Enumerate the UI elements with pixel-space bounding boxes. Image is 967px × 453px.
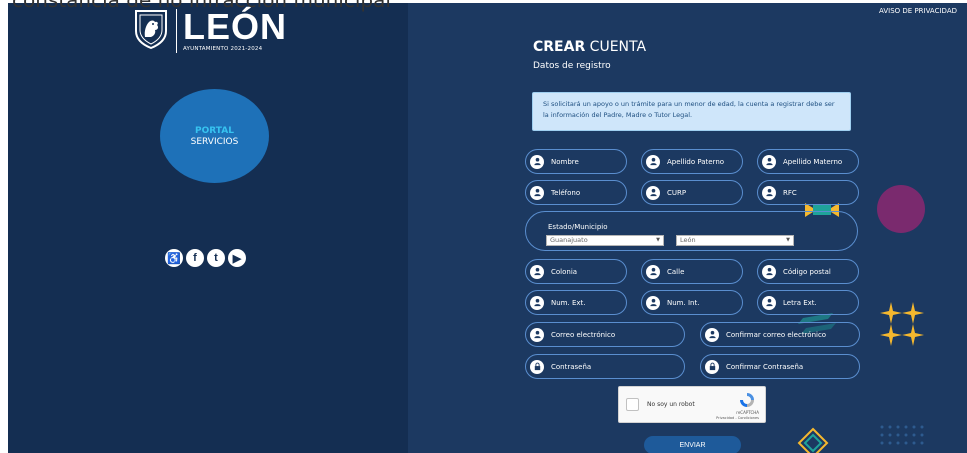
contrasena-label: Contraseña [551,362,592,371]
logo-name: LEÓN [183,6,288,47]
recaptcha-links[interactable]: Privacidad - Condiciones [716,416,759,420]
portal-title: PORTAL [195,125,234,136]
lock-icon [705,359,719,374]
minor-account-notice: Si solicitará un apoyo o un trámite para… [532,92,851,131]
colonia-label: Colonia [551,267,578,276]
diamond-decoration [797,427,829,453]
user-icon [530,327,544,342]
chevron-down-icon: ▼ [656,237,660,243]
calle-field[interactable]: Calle [641,259,743,284]
user-icon [762,295,776,310]
codigo-postal-field[interactable]: Código postal [757,259,859,284]
rfc-field[interactable]: RFC [757,180,859,205]
recaptcha-checkbox[interactable] [626,398,639,411]
page-heading-cutoff: constancia de no infracción municipal [12,0,391,12]
recaptcha-brand: reCAPTCHA [736,410,759,415]
dots-decoration [880,425,924,445]
calle-label: Calle [667,267,685,276]
leon-logo[interactable]: LEÓN AYUNTAMIENTO 2021-2024 [134,9,287,53]
correo-label: Correo electrónico [551,330,616,339]
privacy-notice-link[interactable]: AVISO DE PRIVACIDAD [879,7,957,15]
telefono-field[interactable]: Teléfono [525,180,627,205]
sparkle-decoration [880,302,924,346]
user-icon [705,327,719,342]
nombre-label: Nombre [551,157,579,166]
chevron-down-icon: ▼ [786,237,790,243]
submit-button[interactable]: ENVIAR [644,436,741,453]
user-icon [530,185,544,200]
estado-select[interactable]: Guanajuato ▼ [546,235,664,246]
municipio-select-value: León [680,236,696,244]
facebook-icon[interactable]: f [186,249,204,267]
user-icon [646,264,660,279]
lock-icon [530,359,544,374]
num-int-field[interactable]: Num. Int. [641,290,743,315]
estado-municipio-label: Estado/Municipio [548,223,608,231]
confirmar-correo-field[interactable]: Confirmar correo electrónico [700,322,860,347]
registration-panel: AVISO DE PRIVACIDAD CREAR CUENTA Datos d… [408,3,967,453]
codigo-postal-label: Código postal [783,267,831,276]
city-shield-icon [135,10,167,49]
user-icon [530,264,544,279]
apellido-paterno-field[interactable]: Apellido Paterno [641,149,743,174]
letra-ext-label: Letra Ext. [783,298,817,307]
nombre-field[interactable]: Nombre [525,149,627,174]
user-icon [530,295,544,310]
form-title-rest: CUENTA [585,39,647,55]
confirmar-contrasena-field[interactable]: Confirmar Contraseña [700,354,860,379]
logo-divider [176,9,177,53]
user-icon [762,185,776,200]
estado-municipio-group: Estado/Municipio Guanajuato ▼ León ▼ [525,211,858,251]
user-icon [530,154,544,169]
num-int-label: Num. Int. [667,298,700,307]
confirmar-correo-label: Confirmar correo electrónico [726,330,827,339]
form-subtitle: Datos de registro [533,61,611,71]
user-icon [762,264,776,279]
telefono-label: Teléfono [551,188,581,197]
apellido-paterno-label: Apellido Paterno [667,157,725,166]
contrasena-field[interactable]: Contraseña [525,354,685,379]
rfc-label: RFC [783,188,797,197]
recaptcha-label: No soy un robot [647,401,695,408]
curp-label: CURP [667,188,687,197]
form-title-bold: CREAR [533,39,586,55]
correo-field[interactable]: Correo electrónico [525,322,685,347]
social-links: ♿ f t ▶ [165,249,246,267]
accessibility-icon[interactable]: ♿ [165,249,183,267]
user-icon [762,154,776,169]
curp-field[interactable]: CURP [641,180,743,205]
twitter-icon[interactable]: t [207,249,225,267]
num-ext-label: Num. Ext. [551,298,586,307]
apellido-materno-field[interactable]: Apellido Materno [757,149,859,174]
num-ext-field[interactable]: Num. Ext. [525,290,627,315]
left-panel: LEÓN AYUNTAMIENTO 2021-2024 PORTAL SERVI… [8,3,408,453]
letra-ext-field[interactable]: Letra Ext. [757,290,859,315]
user-icon [646,154,660,169]
youtube-icon[interactable]: ▶ [228,249,246,267]
form-title: CREAR CUENTA [533,39,646,55]
purple-circle-decoration [877,185,925,233]
estado-select-value: Guanajuato [550,236,588,244]
portal-servicios-button[interactable]: PORTAL SERVICIOS [160,89,269,183]
apellido-materno-label: Apellido Materno [783,157,843,166]
recaptcha-logo-icon [740,393,754,407]
colonia-field[interactable]: Colonia [525,259,627,284]
user-icon [646,185,660,200]
user-icon [646,295,660,310]
recaptcha-widget: No soy un robot reCAPTCHA Privacidad - C… [618,386,766,423]
municipio-select[interactable]: León ▼ [676,235,794,246]
portal-subtitle: SERVICIOS [190,136,239,147]
confirmar-contrasena-label: Confirmar Contraseña [726,362,804,371]
